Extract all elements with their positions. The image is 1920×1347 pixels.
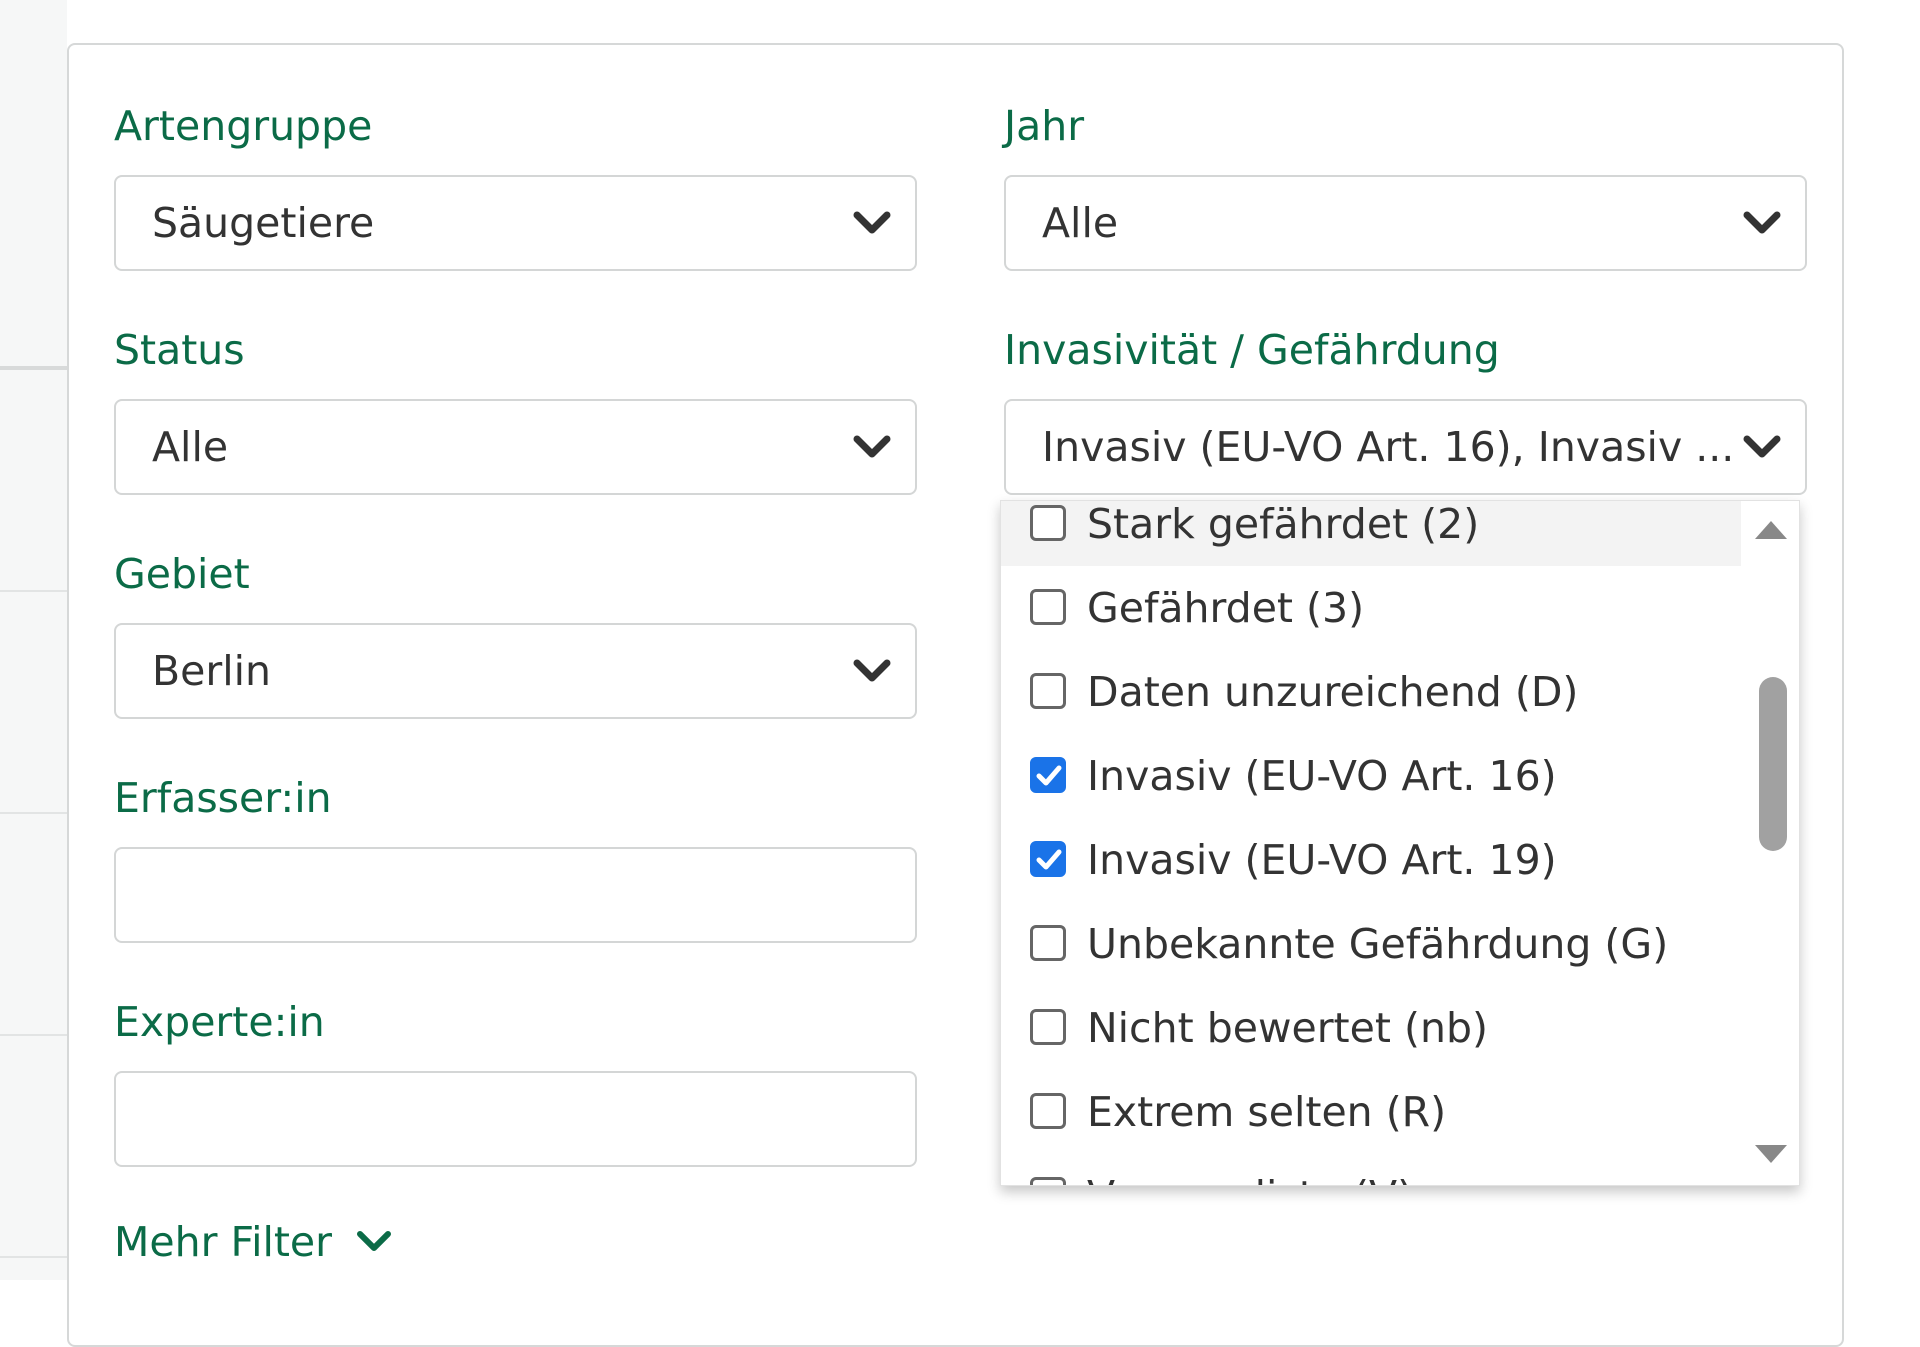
jahr-label: Jahr (1004, 102, 1085, 150)
invasivitaet-value: Invasiv (EU-VO Art. 16), Invasiv ... (1042, 423, 1735, 471)
invasivitaet-select[interactable]: Invasiv (EU-VO Art. 16), Invasiv ... (1004, 399, 1807, 495)
checkbox[interactable] (1030, 589, 1066, 625)
list-item[interactable]: Nicht bewertet (nb) (1001, 986, 1741, 1070)
checkbox-checked[interactable] (1030, 841, 1066, 877)
option-label: Vorwarnliste (V) (1087, 1154, 1413, 1185)
experte-input[interactable] (114, 1071, 917, 1167)
jahr-select[interactable]: Alle (1004, 175, 1807, 271)
divider (0, 590, 67, 592)
scrollbar-thumb[interactable] (1759, 677, 1787, 851)
experte-label: Experte:in (114, 998, 325, 1046)
divider (0, 1256, 67, 1258)
status-select[interactable]: Alle (114, 399, 917, 495)
invasivitaet-dropdown-list[interactable]: Stark gefährdet (2) Gefährdet (3) Daten … (1000, 500, 1800, 1186)
list-item[interactable]: Daten unzureichend (D) (1001, 650, 1741, 734)
artengruppe-label: Artengruppe (114, 102, 373, 150)
checkbox[interactable] (1030, 1009, 1066, 1045)
list-item[interactable]: Gefährdet (3) (1001, 566, 1741, 650)
checkmark-icon (1036, 849, 1062, 870)
scroll-down-arrow-icon[interactable] (1755, 1145, 1787, 1165)
scroll-up-arrow-icon[interactable] (1755, 519, 1787, 539)
list-item[interactable]: Invasiv (EU-VO Art. 19) (1001, 818, 1741, 902)
jahr-value: Alle (1042, 199, 1119, 247)
option-label: Unbekannte Gefährdung (G) (1087, 920, 1669, 968)
artengruppe-select[interactable]: Säugetiere (114, 175, 917, 271)
option-label: Extrem selten (R) (1087, 1088, 1447, 1136)
checkbox[interactable] (1030, 673, 1066, 709)
chevron-down-icon (1743, 435, 1781, 458)
checkbox[interactable] (1030, 1093, 1066, 1129)
erfasser-label: Erfasser:in (114, 774, 332, 822)
status-value: Alle (152, 423, 229, 471)
checkbox[interactable] (1030, 505, 1066, 541)
chevron-down-icon (853, 435, 891, 458)
list-item[interactable]: Unbekannte Gefährdung (G) (1001, 902, 1741, 986)
chevron-down-icon (1743, 211, 1781, 234)
artengruppe-value: Säugetiere (152, 199, 375, 247)
option-label: Nicht bewertet (nb) (1087, 1004, 1488, 1052)
divider (0, 1034, 67, 1036)
status-label: Status (114, 326, 245, 374)
divider (0, 366, 67, 370)
gebiet-select[interactable]: Berlin (114, 623, 917, 719)
checkbox[interactable] (1030, 925, 1066, 961)
checkbox[interactable] (1030, 1177, 1066, 1185)
list-item[interactable]: Stark gefährdet (2) (1001, 500, 1741, 566)
option-label: Stark gefährdet (2) (1087, 500, 1480, 548)
list-item[interactable]: Vorwarnliste (V) (1001, 1154, 1741, 1185)
list-item[interactable]: Extrem selten (R) (1001, 1070, 1741, 1154)
chevron-down-icon (853, 211, 891, 234)
list-item[interactable]: Invasiv (EU-VO Art. 16) (1001, 734, 1741, 818)
option-label: Daten unzureichend (D) (1087, 668, 1579, 716)
chevron-down-icon (853, 659, 891, 682)
divider (0, 812, 67, 814)
chevron-down-icon[interactable] (354, 1225, 394, 1259)
more-filters-toggle[interactable]: Mehr Filter (114, 1218, 332, 1266)
erfasser-input[interactable] (114, 847, 917, 943)
invasivitaet-label: Invasivität / Gefährdung (1004, 326, 1500, 374)
checkbox-checked[interactable] (1030, 757, 1066, 793)
option-label: Gefährdet (3) (1087, 584, 1365, 632)
option-label: Invasiv (EU-VO Art. 19) (1087, 836, 1557, 884)
gebiet-value: Berlin (152, 647, 271, 695)
gebiet-label: Gebiet (114, 550, 250, 598)
background-page-strip (0, 0, 67, 1280)
option-label: Invasiv (EU-VO Art. 16) (1087, 752, 1557, 800)
scrollbar[interactable] (1741, 501, 1799, 1185)
checkmark-icon (1036, 765, 1062, 786)
